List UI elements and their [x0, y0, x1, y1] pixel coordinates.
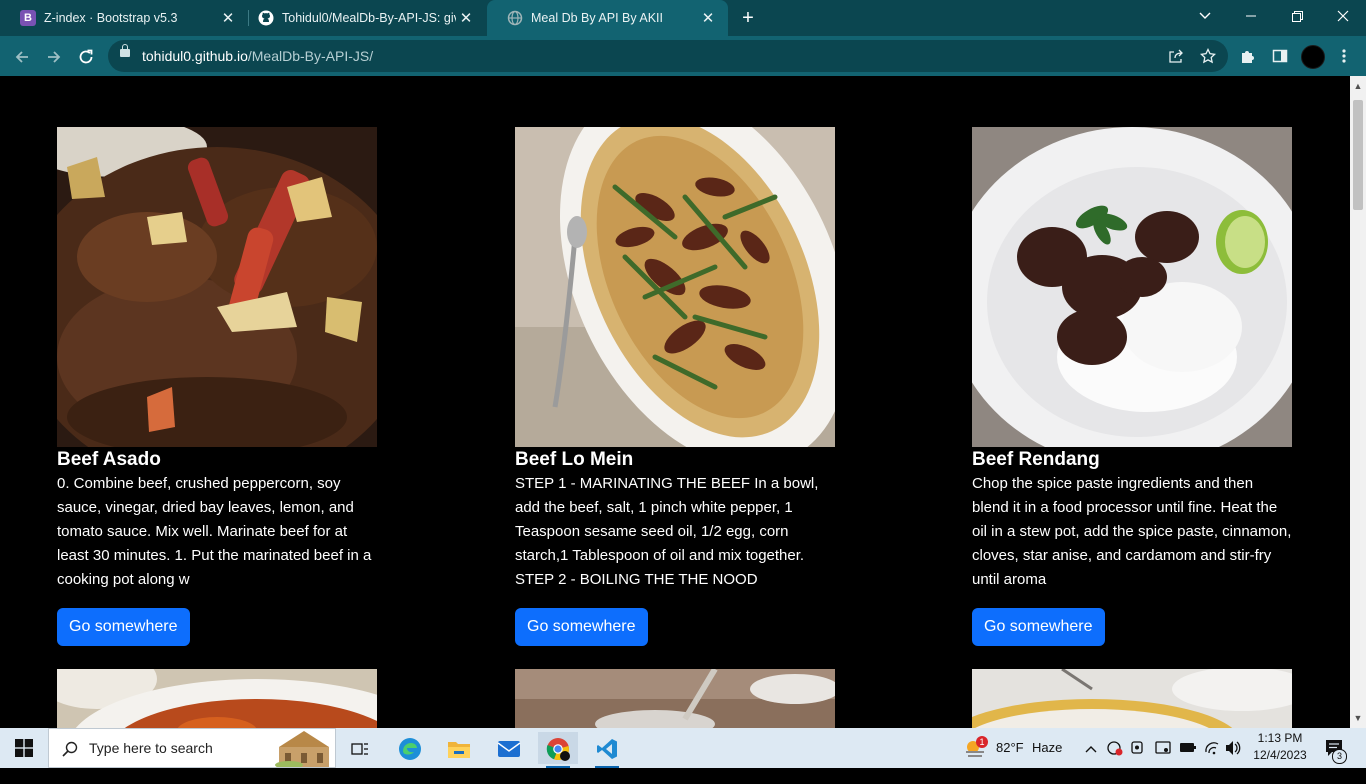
meet-now-icon — [1107, 741, 1123, 756]
page-content: Beef Asado 0. Combine beef, crushed pepp… — [0, 76, 1350, 728]
scroll-up-arrow-icon[interactable]: ▲ — [1350, 78, 1366, 94]
tab-search-chevron-icon[interactable] — [1182, 0, 1228, 30]
restore-button[interactable] — [1274, 0, 1320, 30]
tab-bootstrap[interactable]: B Z-index · Bootstrap v5.3 ✕ — [0, 0, 248, 36]
tab-meal-db[interactable]: Meal Db By API By AKII ✕ — [487, 0, 728, 36]
meal-image-beef-asado — [57, 127, 377, 447]
page-scrollbar[interactable]: ▲ ▼ — [1350, 76, 1366, 728]
meal-card — [57, 669, 377, 728]
close-icon[interactable]: ✕ — [218, 9, 238, 27]
vscode-icon[interactable] — [587, 732, 627, 768]
url-host: tohidul0.github.io — [142, 48, 248, 64]
file-explorer-icon[interactable] — [439, 732, 479, 764]
share-icon[interactable] — [1162, 42, 1190, 70]
meal-card: Beef Asado 0. Combine beef, crushed pepp… — [57, 127, 377, 646]
tray-icons — [1106, 728, 1246, 768]
meal-title: Beef Rendang — [972, 449, 1100, 470]
github-icon — [258, 10, 274, 26]
weather-alert-badge: 1 — [976, 736, 988, 748]
bootstrap-icon: B — [20, 10, 36, 26]
camera-icon — [1131, 741, 1143, 754]
tab-title: Tohidul0/MealDb-By-API-JS: giv — [282, 11, 456, 25]
scrollbar-thumb[interactable] — [1353, 100, 1363, 210]
meal-description: STEP 1 - MARINATING THE BEEF In a bowl, … — [515, 475, 819, 588]
taskbar-clock[interactable]: 1:13 PM 12/4/2023 — [1250, 730, 1310, 764]
new-tab-button[interactable]: + — [736, 6, 760, 30]
clock-date: 12/4/2023 — [1253, 748, 1307, 762]
go-somewhere-button[interactable]: Go somewhere — [57, 608, 190, 646]
chrome-icon[interactable] — [538, 732, 578, 768]
close-window-button[interactable] — [1320, 0, 1366, 30]
meal-image-beef-lo-mein — [515, 127, 835, 447]
meal-image-beef-rendang — [972, 127, 1292, 447]
lock-icon — [120, 44, 130, 57]
notification-count-badge: 3 — [1332, 749, 1347, 764]
windows-taskbar: Type here to search 1 82°F Haze 1:13 PM … — [0, 728, 1366, 768]
meal-card — [515, 669, 835, 728]
meal-title: Beef Lo Mein — [515, 449, 634, 470]
address-bar[interactable]: tohidul0.github.io/MealDb-By-API-JS/ — [108, 40, 1228, 72]
close-icon[interactable]: ✕ — [456, 9, 476, 27]
task-view-icon[interactable] — [340, 732, 380, 764]
wifi-icon — [1205, 742, 1219, 755]
start-button[interactable] — [0, 728, 48, 768]
meal-image — [515, 669, 835, 728]
meal-card: Beef Lo Mein STEP 1 - MARINATING THE BEE… — [515, 127, 835, 646]
meal-image — [972, 669, 1292, 728]
tab-github[interactable]: Tohidul0/MealDb-By-API-JS: giv ✕ — [238, 0, 486, 36]
display-icon — [1155, 741, 1171, 754]
weather-temp: 82°F — [996, 740, 1024, 755]
search-placeholder: Type here to search — [89, 740, 213, 756]
go-somewhere-button[interactable]: Go somewhere — [515, 608, 648, 646]
weather-condition: Haze — [1032, 740, 1063, 755]
battery-icon — [1180, 743, 1196, 752]
meal-title: Beef Asado — [57, 449, 161, 470]
tab-title: Meal Db By API By AKII — [531, 11, 664, 25]
reload-button[interactable] — [72, 42, 100, 70]
taskbar-search-input[interactable]: Type here to search — [48, 728, 336, 768]
extensions-puzzle-icon[interactable] — [1234, 42, 1262, 70]
url-path: /MealDb-By-API-JS/ — [247, 48, 374, 64]
meal-description: 0. Combine beef, crushed peppercorn, soy… — [57, 475, 372, 588]
scroll-down-arrow-icon[interactable]: ▼ — [1350, 710, 1366, 726]
meal-card — [972, 669, 1292, 728]
bookmark-star-icon[interactable] — [1194, 42, 1222, 70]
tab-title: Z-index · Bootstrap v5.3 — [44, 11, 178, 25]
close-icon[interactable]: ✕ — [698, 9, 718, 27]
show-hidden-icons-chevron-icon[interactable] — [1085, 728, 1101, 768]
meal-card: Beef Rendang Chop the spice paste ingred… — [972, 127, 1292, 646]
edge-icon[interactable] — [390, 732, 430, 764]
profile-avatar[interactable] — [1301, 45, 1325, 69]
side-panel-icon[interactable] — [1266, 42, 1294, 70]
tab-strip: B Z-index · Bootstrap v5.3 ✕ Tohidul0/Me… — [0, 0, 1366, 36]
menu-kebab-icon[interactable] — [1330, 42, 1358, 70]
volume-icon — [1226, 741, 1241, 755]
weather-widget[interactable]: 1 82°F Haze — [962, 728, 1072, 768]
minimize-button[interactable] — [1228, 0, 1274, 30]
browser-toolbar: tohidul0.github.io/MealDb-By-API-JS/ — [0, 36, 1366, 76]
meal-description: Chop the spice paste ingredients and the… — [972, 475, 1292, 588]
go-somewhere-button[interactable]: Go somewhere — [972, 608, 1105, 646]
clock-time: 1:13 PM — [1257, 731, 1303, 745]
mail-icon[interactable] — [489, 732, 529, 764]
search-icon — [62, 741, 78, 757]
url-text: tohidul0.github.io/MealDb-By-API-JS/ — [142, 48, 373, 64]
back-button[interactable] — [8, 42, 36, 70]
globe-icon — [507, 10, 523, 26]
notifications-button[interactable]: 3 — [1318, 728, 1358, 768]
search-highlight-illustration — [275, 731, 329, 767]
meal-image — [57, 669, 377, 728]
forward-button[interactable] — [40, 42, 68, 70]
